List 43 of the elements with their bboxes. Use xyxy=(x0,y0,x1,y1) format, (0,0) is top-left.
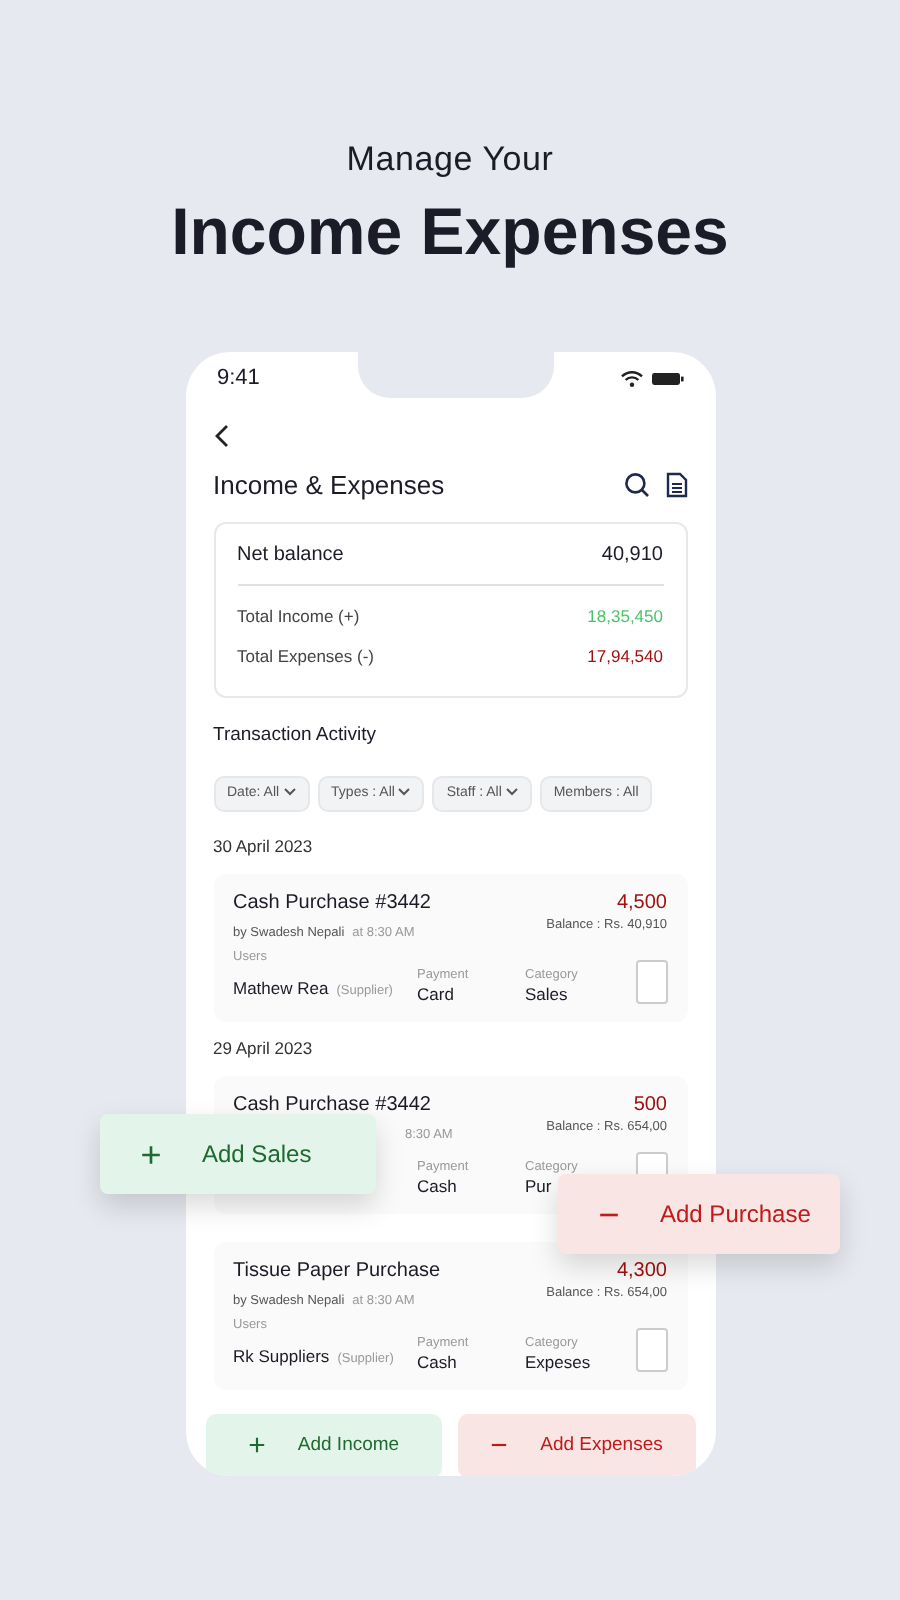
plus-icon xyxy=(247,1436,266,1455)
transaction-amount: 500 xyxy=(633,1094,667,1119)
transaction-title: Cash Purchase #3442 xyxy=(233,1094,431,1119)
payment-value: Cash xyxy=(417,1176,457,1197)
action-button[interactable]: Add Expenses xyxy=(458,1414,695,1476)
document-icon[interactable] xyxy=(665,472,687,499)
category-value: Expeses xyxy=(525,1352,591,1373)
floating-action-button[interactable]: Add Purchase xyxy=(558,1174,840,1254)
category-value: Sales xyxy=(525,983,568,1005)
headline-subtitle: Manage Your xyxy=(344,138,556,181)
payment-value: Card xyxy=(417,983,454,1005)
action-button[interactable]: Add Income xyxy=(205,1414,442,1476)
summary-label: Total Expenses (-) xyxy=(237,645,374,667)
user-name: Rk Suppliers xyxy=(233,1346,330,1367)
net-balance-value: 40,910 xyxy=(601,543,663,568)
wifi-icon xyxy=(619,370,643,389)
summary-value: 18,35,450 xyxy=(587,605,663,626)
payment-value: Cash xyxy=(417,1352,457,1373)
chevron-down-icon xyxy=(505,787,518,796)
summary-value: 17,94,540 xyxy=(587,645,663,667)
battery-icon xyxy=(651,372,683,387)
search-icon[interactable] xyxy=(623,472,649,499)
chevron-down-icon xyxy=(283,787,296,796)
category-value: Pur xyxy=(525,1176,552,1197)
status-time: 9:41 xyxy=(217,366,260,394)
attachment-thumbnail xyxy=(635,1328,667,1373)
back-icon[interactable] xyxy=(213,423,229,448)
transaction-amount: 4,300 xyxy=(616,1260,667,1285)
date-heading: 30 April 2023 xyxy=(213,835,315,857)
user-name: Mathew Rea xyxy=(233,977,329,998)
net-balance-label: Net balance xyxy=(237,543,344,568)
headline-title: Income Expenses xyxy=(169,192,731,272)
section-title: Transaction Activity xyxy=(213,724,378,748)
attachment-thumbnail xyxy=(635,960,667,1005)
transaction-title: Tissue Paper Purchase xyxy=(233,1260,441,1285)
summary-label: Total Income (+) xyxy=(237,605,360,626)
chevron-down-icon xyxy=(398,787,411,796)
date-heading: 29 April 2023 xyxy=(213,1038,315,1059)
plus-icon xyxy=(140,1143,162,1165)
transaction-amount: 4,500 xyxy=(616,892,667,917)
floating-action-button[interactable]: Add Sales xyxy=(100,1114,376,1194)
screen-title: Income & Expenses xyxy=(213,470,445,502)
transaction-title: Cash Purchase #3442 xyxy=(233,892,431,917)
